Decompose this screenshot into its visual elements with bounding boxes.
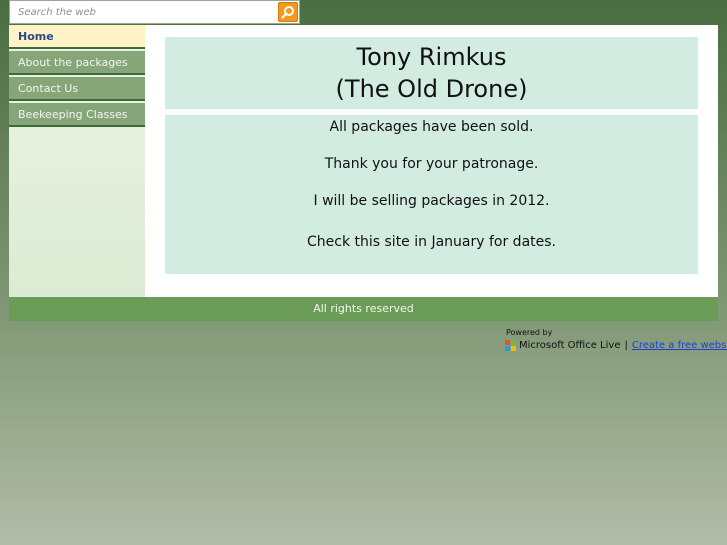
powered-by-row: Microsoft Office Live | Create a free we… — [505, 340, 727, 351]
page-title-box: Tony Rimkus (The Old Drone) — [165, 37, 698, 109]
nav-item-home[interactable]: Home — [9, 25, 145, 49]
search-bar — [9, 0, 300, 24]
footer-text: All rights reserved — [313, 302, 414, 315]
sidebar: Home About the packages Contact Us Beeke… — [9, 25, 145, 297]
powered-by-label: Powered by — [506, 328, 553, 337]
create-free-website-link[interactable]: Create a free website — [632, 340, 727, 351]
footer-bar: All rights reserved — [9, 297, 718, 321]
nav-item-contact-us[interactable]: Contact Us — [9, 77, 145, 101]
microsoft-office-live-brand: Microsoft Office Live — [519, 340, 621, 351]
page-title: Tony Rimkus — [356, 43, 507, 71]
message-line: Thank you for your patronage. — [324, 156, 539, 172]
microsoft-office-live-icon — [505, 340, 516, 351]
message-line: Check this site in January for dates. — [307, 234, 556, 250]
page-container: Home About the packages Contact Us Beeke… — [9, 25, 718, 297]
search-button[interactable] — [278, 2, 298, 22]
search-icon — [281, 6, 294, 19]
separator: | — [624, 340, 628, 351]
nav-item-about-packages[interactable]: About the packages — [9, 51, 145, 75]
message-line: I will be selling packages in 2012. — [313, 193, 550, 209]
message-box: All packages have been sold. Thank you f… — [165, 115, 698, 274]
search-input[interactable] — [10, 1, 278, 23]
nav-item-beekeeping-classes[interactable]: Beekeeping Classes — [9, 103, 145, 127]
message-line: All packages have been sold. — [329, 119, 534, 135]
page-subtitle: (The Old Drone) — [335, 75, 528, 103]
